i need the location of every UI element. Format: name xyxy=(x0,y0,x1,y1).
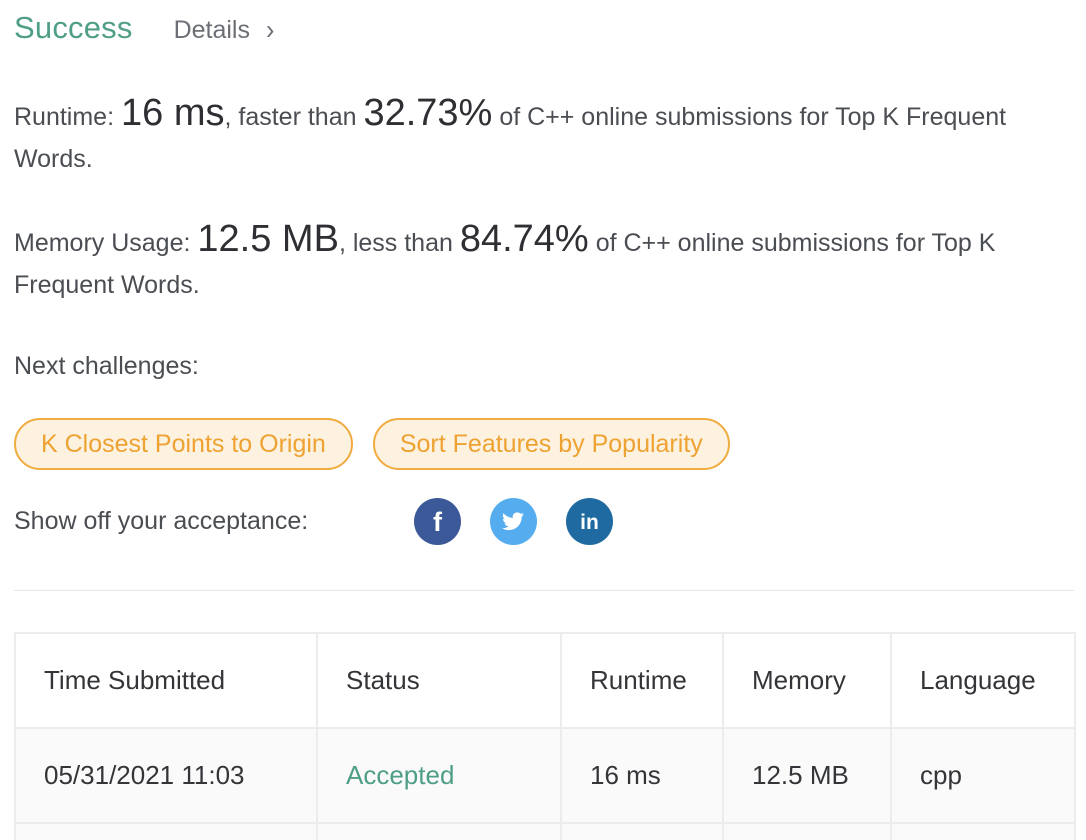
memory-value: 12.5 MB xyxy=(197,218,339,260)
runtime-middle: , faster than xyxy=(224,103,357,131)
svg-text:in: in xyxy=(580,511,599,534)
cell-empty xyxy=(560,822,724,840)
cell-time-submitted: 05/31/2021 11:03 xyxy=(14,727,318,824)
next-challenges-list: K Closest Points to Origin Sort Features… xyxy=(14,418,730,470)
header-status[interactable]: Status xyxy=(316,632,562,729)
memory-summary: Memory Usage: 12.5 MB, less than 84.74% … xyxy=(14,218,1074,306)
runtime-value: 16 ms xyxy=(121,92,225,134)
header-time-submitted[interactable]: Time Submitted xyxy=(14,632,318,729)
cell-empty xyxy=(316,822,562,840)
cell-empty xyxy=(722,822,892,840)
table-row[interactable]: 05/31/2021 11:03 Accepted 16 ms 12.5 MB … xyxy=(14,727,1076,824)
divider xyxy=(14,590,1074,591)
details-link[interactable]: Details › xyxy=(173,14,275,46)
header-memory[interactable]: Memory xyxy=(722,632,892,729)
linkedin-icon[interactable]: in xyxy=(566,498,613,545)
memory-percent: 84.74% xyxy=(459,218,589,260)
memory-label: Memory Usage: xyxy=(14,229,191,257)
share-label: Show off your acceptance: xyxy=(14,507,309,535)
cell-language: cpp xyxy=(890,727,1076,824)
submission-result-page: Success Details › Runtime: 16 ms, faster… xyxy=(0,0,1086,840)
header-runtime[interactable]: Runtime xyxy=(560,632,724,729)
header-language[interactable]: Language xyxy=(890,632,1076,729)
cell-empty xyxy=(14,822,318,840)
result-status: Success xyxy=(14,10,133,45)
svg-text:f: f xyxy=(433,507,443,537)
cell-empty xyxy=(890,822,1076,840)
next-challenges-label: Next challenges: xyxy=(14,352,199,380)
table-row-partial xyxy=(14,822,1076,840)
challenge-k-closest-points[interactable]: K Closest Points to Origin xyxy=(14,418,353,470)
table-header-row: Time Submitted Status Runtime Memory Lan… xyxy=(14,632,1076,729)
challenge-sort-features[interactable]: Sort Features by Popularity xyxy=(372,418,730,470)
facebook-icon[interactable]: f xyxy=(414,498,461,545)
cell-memory: 12.5 MB xyxy=(722,727,892,824)
twitter-icon[interactable] xyxy=(490,498,537,545)
cell-status-link[interactable]: Accepted xyxy=(316,727,562,824)
result-header: Success Details › xyxy=(14,10,274,46)
share-row: Show off your acceptance: f in xyxy=(14,498,642,545)
runtime-percent: 32.73% xyxy=(363,92,493,134)
runtime-label: Runtime: xyxy=(14,103,115,131)
chevron-right-icon: › xyxy=(265,14,275,46)
memory-middle: , less than xyxy=(338,229,453,257)
details-label: Details xyxy=(173,16,250,44)
runtime-summary: Runtime: 16 ms, faster than 32.73% of C+… xyxy=(14,92,1074,180)
submissions-table: Time Submitted Status Runtime Memory Lan… xyxy=(14,632,1076,840)
cell-runtime: 16 ms xyxy=(560,727,724,824)
